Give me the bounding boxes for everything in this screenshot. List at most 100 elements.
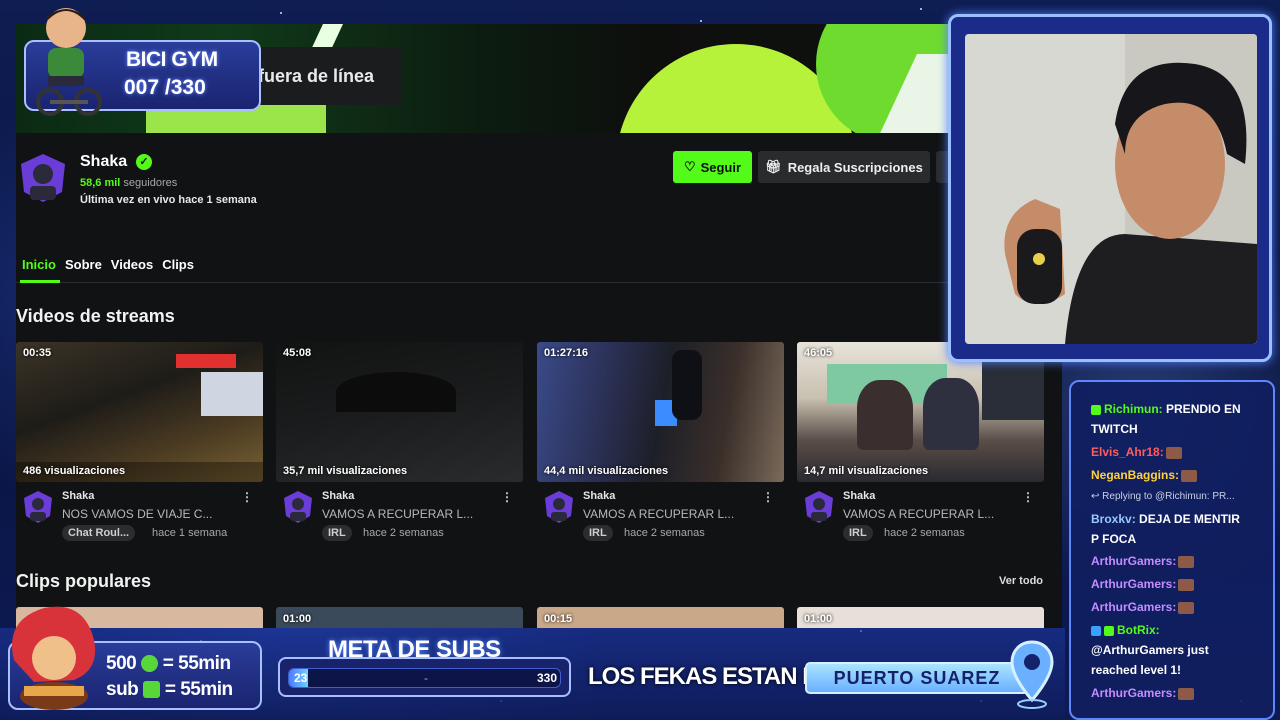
see-all-link[interactable]: Ver todo <box>999 575 1043 587</box>
video-thumbnail[interactable]: 46:05 14,7 mil visualizaciones <box>797 342 1044 482</box>
video-duration: 00:35 <box>23 347 52 359</box>
video-channel-avatar[interactable] <box>22 490 54 524</box>
video-card[interactable]: 00:35 486 visualizaciones Shaka ⋮ NOS VA… <box>16 342 263 541</box>
video-title[interactable]: VAMOS A RECUPERAR L... <box>843 507 994 521</box>
emote-icon <box>1178 687 1195 700</box>
chat-message: ArthurGamers: <box>1091 686 1195 700</box>
star <box>700 20 702 22</box>
chat-message: NeganBaggins: <box>1091 468 1198 482</box>
video-age: hace 1 semana <box>152 527 228 539</box>
last-live-text: Última vez en vivo hace 1 semana <box>80 194 257 206</box>
chat-message: Richimun: PRENDIO EN <box>1091 402 1241 416</box>
gift-subs-button[interactable]: 🎁︎ Regala Suscripciones <box>758 151 930 183</box>
video-card[interactable]: 46:05 14,7 mil visualizaciones Shaka ⋮ V… <box>797 342 1044 541</box>
tab-clips[interactable]: Clips <box>162 257 194 272</box>
video-channel-avatar[interactable] <box>543 490 575 524</box>
gift-icon: 🎁︎ <box>765 159 782 174</box>
followers-count: 58,6 mil seguidores <box>80 177 178 189</box>
video-thumbnail[interactable]: 45:08 35,7 mil visualizaciones <box>276 342 523 482</box>
more-options-icon[interactable]: ⋮ <box>241 490 253 504</box>
more-options-icon[interactable]: ⋮ <box>1022 490 1034 504</box>
offline-label: fuera de línea <box>252 47 402 105</box>
video-channel-name[interactable]: Shaka <box>322 490 354 502</box>
cyclist-mascot-icon <box>36 8 102 116</box>
video-title[interactable]: NOS VAMOS DE VIAJE C... <box>62 507 212 521</box>
video-duration: 01:27:16 <box>544 347 589 359</box>
channel-avatar[interactable] <box>18 152 68 204</box>
chat-message: ArthurGamers: <box>1091 554 1195 568</box>
tab-inicio[interactable]: Inicio <box>22 257 56 272</box>
more-options-icon[interactable]: ⋮ <box>501 490 513 504</box>
video-views: 44,4 mil visualizaciones <box>544 465 669 477</box>
channel-page: fuera de línea Shaka ✓ 58,6 mil seguidor… <box>16 24 1062 628</box>
video-channel-name[interactable]: Shaka <box>843 490 875 502</box>
chat-message: ArthurGamers: <box>1091 577 1195 591</box>
video-channel-name[interactable]: Shaka <box>62 490 94 502</box>
video-category-tag[interactable]: IRL <box>583 525 613 541</box>
chat-message: TWITCH <box>1091 422 1138 436</box>
chat-reply: ↩ Replying to @Richimun: PR... <box>1091 491 1235 502</box>
sub-gift-icon <box>143 681 161 699</box>
subs-goal-bar: 23 - 330 <box>278 657 571 697</box>
clip-duration: 00:15 <box>544 613 573 625</box>
video-card[interactable]: 01:27:16 44,4 mil visualizaciones Shaka … <box>537 342 784 541</box>
video-thumbnail[interactable]: 01:27:16 44,4 mil visualizaciones <box>537 342 784 482</box>
video-title[interactable]: VAMOS A RECUPERAR L... <box>322 507 473 521</box>
video-duration: 45:08 <box>283 347 312 359</box>
subs-goal-target: 330 <box>536 671 557 685</box>
location-box: PUERTO SUAREZ <box>805 662 1029 694</box>
bici-gym-title: BICI GYM <box>126 48 218 71</box>
location-name: PUERTO SUAREZ <box>833 667 1001 688</box>
star <box>280 12 282 14</box>
clip-duration: 01:00 <box>283 613 312 625</box>
video-category-tag[interactable]: Chat Roul... <box>62 525 136 541</box>
chat-message: ArthurGamers: <box>1091 600 1195 614</box>
emote-icon <box>1178 555 1195 568</box>
star <box>920 8 922 10</box>
bici-gym-count: 007 /330 <box>124 76 206 99</box>
emote-icon <box>1178 578 1195 591</box>
tab-sobre[interactable]: Sobre <box>65 257 102 272</box>
videos-section-title: Videos de streams <box>16 306 175 326</box>
video-category-tag[interactable]: IRL <box>322 525 352 541</box>
subs-goal-current: 23 <box>294 671 308 685</box>
map-pin-icon <box>1010 640 1054 709</box>
video-channel-avatar[interactable] <box>803 490 835 524</box>
more-options-icon[interactable]: ⋮ <box>762 490 774 504</box>
chat-message: P FOCA <box>1091 532 1137 546</box>
kick-coin-icon <box>140 655 158 673</box>
video-views: 14,7 mil visualizaciones <box>804 465 929 477</box>
verified-icon: ✓ <box>136 154 152 170</box>
clip-thumbnail[interactable]: 01:00 <box>276 607 523 628</box>
follow-button[interactable]: ♡ Seguir <box>673 151 752 183</box>
tabs-divider <box>16 282 1062 283</box>
video-channel-name[interactable]: Shaka <box>583 490 615 502</box>
clips-section-title: Clips populares <box>16 571 152 591</box>
chat-panel: Richimun: PRENDIO EN TWITCH Elvis_Ahr18:… <box>1069 380 1275 720</box>
emote-icon <box>1178 601 1195 614</box>
emote-icon <box>1181 469 1198 482</box>
video-age: hace 2 semanas <box>624 527 705 539</box>
video-duration: 46:05 <box>804 347 833 359</box>
chat-message: @ArthurGamers just <box>1091 643 1209 657</box>
video-title[interactable]: VAMOS A RECUPERAR L... <box>583 507 734 521</box>
channel-name[interactable]: Shaka <box>80 153 127 171</box>
chat-message: Broxkv: DEJA DE MENTIR <box>1091 512 1240 526</box>
video-views: 35,7 mil visualizaciones <box>283 465 408 477</box>
chat-message: Elvis_Ahr18: <box>1091 445 1182 459</box>
video-channel-avatar[interactable] <box>282 490 314 524</box>
clip-thumbnail[interactable]: 00:15 <box>537 607 784 628</box>
location-label: LOS FEKAS ESTAN EN: <box>588 663 842 690</box>
mascot-noodles-icon <box>12 606 96 710</box>
video-thumbnail[interactable]: 00:35 486 visualizaciones <box>16 342 263 482</box>
video-card[interactable]: 45:08 35,7 mil visualizaciones Shaka ⋮ V… <box>276 342 523 541</box>
emote-icon <box>1165 446 1182 459</box>
tab-videos[interactable]: Videos <box>111 257 153 272</box>
clip-thumbnail[interactable]: 01:00 <box>797 607 1044 628</box>
video-age: hace 2 semanas <box>363 527 444 539</box>
video-views: 486 visualizaciones <box>23 465 126 477</box>
webcam-feed <box>965 34 1257 344</box>
channel-tabs: Inicio Sobre Videos Clips <box>22 257 203 272</box>
chat-message: reached level 1! <box>1091 663 1182 677</box>
video-category-tag[interactable]: IRL <box>843 525 873 541</box>
